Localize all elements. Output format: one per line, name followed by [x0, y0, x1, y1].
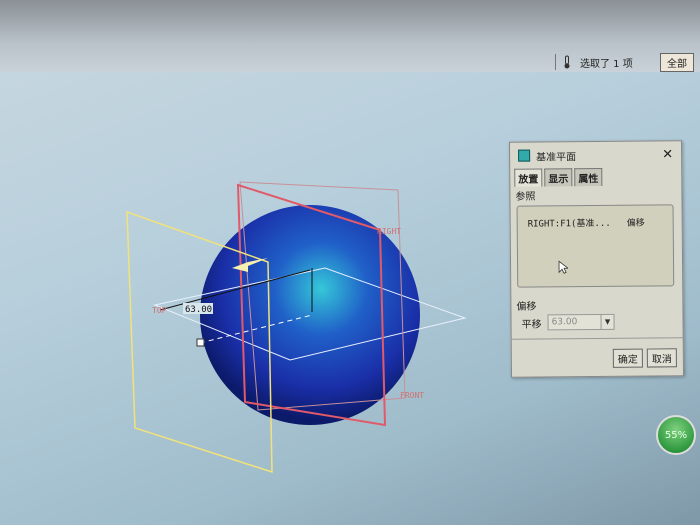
- offset-section-label: 偏移: [516, 301, 537, 313]
- dimension-value[interactable]: 63.00: [185, 305, 212, 315]
- close-icon[interactable]: ✕: [662, 147, 673, 162]
- gauge-percent: 55%: [664, 429, 688, 441]
- translation-row: 平移 63.00 ▼: [511, 313, 682, 331]
- datum-plane-icon: [518, 149, 531, 162]
- tab-display[interactable]: 显示: [544, 168, 573, 187]
- reference-name: RIGHT:F1(基准...: [527, 218, 611, 230]
- dialog-titlebar[interactable]: 基准平面 ✕: [510, 141, 681, 168]
- cancel-button[interactable]: 取消: [646, 348, 677, 368]
- datum-label-right: RIGHT: [377, 227, 401, 236]
- offset-drag-handle[interactable]: [196, 338, 205, 347]
- reference-type[interactable]: 偏移: [627, 216, 645, 229]
- performance-gauge[interactable]: 55%: [656, 415, 696, 455]
- references-label: 参照: [515, 191, 536, 203]
- ok-button[interactable]: 确定: [612, 348, 643, 368]
- datum-label-front: FRONT: [400, 391, 424, 400]
- dialog-tabs: 放置 显示 属性: [510, 167, 681, 187]
- datum-label-top: TOP: [152, 306, 167, 315]
- translation-value: 63.00: [551, 317, 578, 328]
- sphere-model[interactable]: [200, 205, 420, 425]
- tab-placement[interactable]: 放置: [514, 168, 543, 187]
- divider: [511, 337, 683, 340]
- datum-plane-dialog: 基准平面 ✕ 放置 显示 属性 参照 RIGHT:F1(基准... 偏移 偏移 …: [508, 140, 685, 378]
- reference-item[interactable]: RIGHT:F1(基准... 偏移: [528, 216, 645, 230]
- mouse-cursor-icon: [558, 260, 569, 274]
- translation-label: 平移: [521, 318, 542, 331]
- tab-properties[interactable]: 属性: [574, 167, 603, 187]
- references-list[interactable]: RIGHT:F1(基准... 偏移: [516, 204, 675, 288]
- chevron-down-icon[interactable]: ▼: [600, 314, 614, 329]
- dialog-title: 基准平面: [536, 151, 577, 164]
- translation-input[interactable]: 63.00 ▼: [547, 313, 615, 331]
